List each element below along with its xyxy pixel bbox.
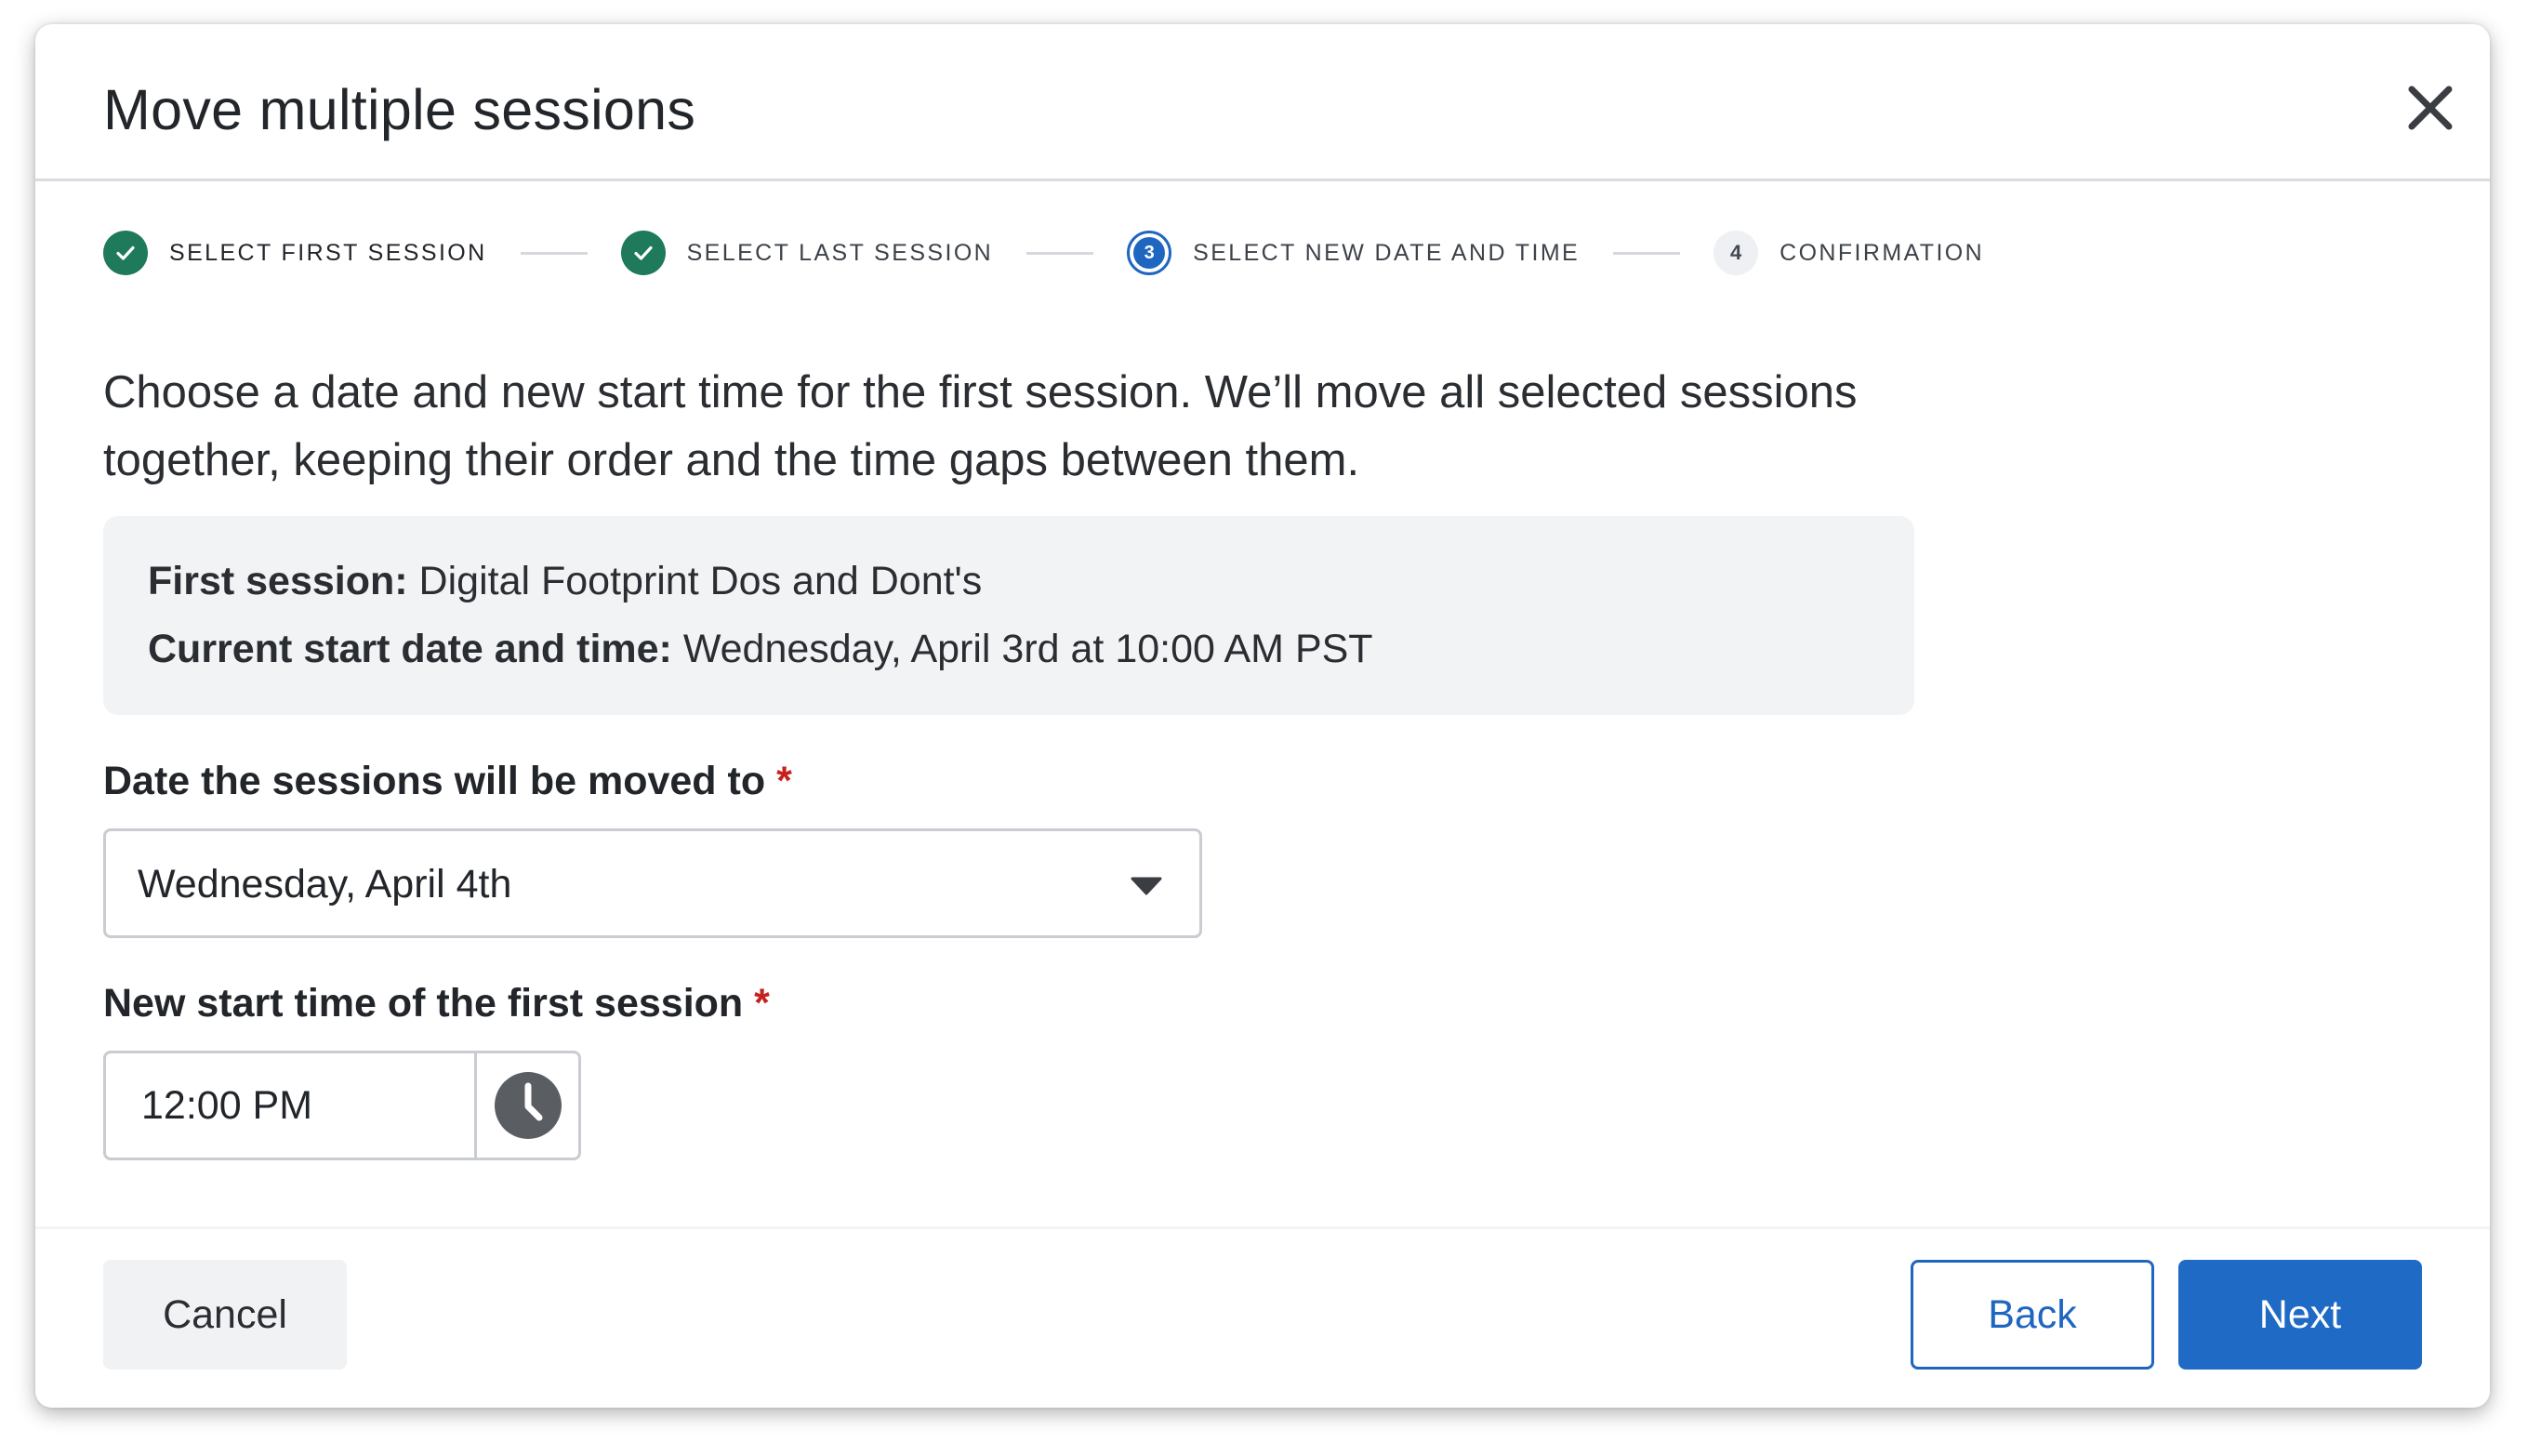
first-session-info: First session: Digital Footprint Dos and… [148, 559, 982, 604]
step-select-new-date-and-time: 3 SELECT NEW DATE AND TIME [1127, 231, 1580, 275]
step-connector [1026, 251, 1094, 255]
step-select-last-session: SELECT LAST SESSION [620, 231, 994, 275]
close-icon [2408, 86, 2453, 130]
current-start-label: Current start date and time: [148, 627, 672, 671]
step-connector [1613, 251, 1681, 255]
first-session-value: Digital Footprint Dos and Dont's [418, 559, 983, 603]
first-session-label: First session: [148, 559, 408, 603]
required-indicator: * [754, 981, 770, 1026]
dialog-title: Move multiple sessions [103, 78, 696, 141]
step-current-badge: 3 [1127, 231, 1172, 275]
step-select-first-session: SELECT FIRST SESSION [103, 231, 487, 275]
close-button[interactable] [2393, 71, 2467, 145]
step-connector [520, 251, 588, 255]
required-indicator: * [776, 759, 792, 803]
clock-icon [494, 1072, 562, 1139]
next-button[interactable]: Next [2178, 1260, 2422, 1370]
progress-stepper: SELECT FIRST SESSION SELECT LAST SESSION… [103, 227, 1984, 279]
time-picker-button[interactable] [474, 1053, 578, 1158]
check-icon [116, 245, 135, 260]
chevron-down-icon [1131, 877, 1162, 895]
step-label: CONFIRMATION [1779, 239, 1985, 266]
step-label: SELECT LAST SESSION [686, 239, 994, 266]
step-label: SELECT NEW DATE AND TIME [1193, 239, 1581, 266]
step-complete-badge [103, 231, 148, 275]
cancel-button[interactable]: Cancel [103, 1260, 347, 1370]
date-select-value: Wednesday, April 4th [138, 862, 512, 907]
step-number: 3 [1133, 237, 1166, 269]
dialog-footer: Cancel Back Next [35, 1226, 2490, 1408]
step-number: 4 [1713, 231, 1759, 275]
time-picker [103, 1051, 581, 1160]
time-field-label-text: New start time of the first session [103, 981, 744, 1026]
time-field-label: New start time of the first session * [103, 981, 770, 1026]
back-button[interactable]: Back [1911, 1260, 2154, 1370]
move-sessions-dialog: Move multiple sessions SELECT FIRST SESS… [35, 24, 2490, 1408]
step-label: SELECT FIRST SESSION [169, 239, 487, 266]
current-start-value: Wednesday, April 3rd at 10:00 AM PST [682, 627, 1373, 671]
instructions-text: Choose a date and new start time for the… [103, 367, 1858, 485]
check-icon [634, 245, 653, 260]
date-select[interactable]: Wednesday, April 4th [103, 828, 1202, 938]
step-confirmation: 4 CONFIRMATION [1713, 231, 1984, 275]
date-field-label-text: Date the sessions will be moved to [103, 759, 766, 803]
session-info-panel: First session: Digital Footprint Dos and… [103, 516, 1914, 715]
time-input[interactable] [106, 1053, 474, 1158]
date-field-label: Date the sessions will be moved to * [103, 759, 792, 804]
step-complete-badge [620, 231, 666, 275]
current-start-info: Current start date and time: Wednesday, … [148, 627, 1373, 672]
dialog-header: Move multiple sessions [35, 24, 2490, 181]
